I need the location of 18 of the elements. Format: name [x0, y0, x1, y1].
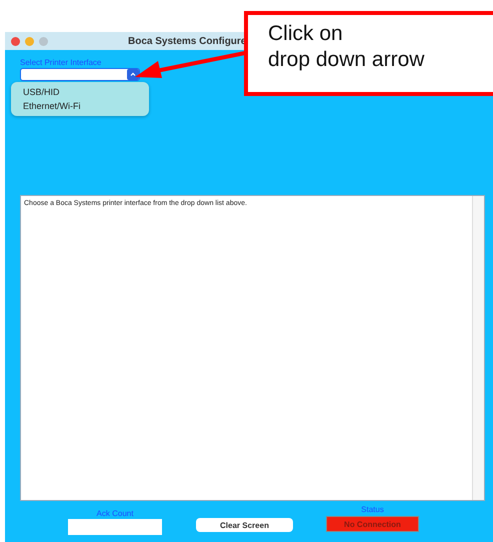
callout-text: Click on	[268, 21, 344, 47]
dropdown-arrow-button[interactable]	[127, 69, 139, 80]
chevron-icon	[130, 72, 136, 77]
menu-item[interactable]: USB/HID	[11, 85, 149, 99]
status-label: Status	[361, 505, 384, 514]
clear-screen-button[interactable]: Clear Screen	[196, 518, 293, 532]
interface-dropdown[interactable]	[20, 68, 140, 81]
window-title: Boca Systems Configure	[128, 36, 246, 46]
zoom-button[interactable]	[39, 36, 48, 46]
status-indicator: No Connection	[326, 516, 419, 532]
menu-item[interactable]: Ethernet/Wi-Fi	[11, 99, 149, 113]
minimize-button[interactable]	[25, 36, 34, 46]
ack-count-field[interactable]	[68, 519, 162, 535]
close-button[interactable]	[11, 36, 20, 46]
field-label: Select Printer Interface	[20, 58, 102, 67]
scrollbar[interactable]	[472, 196, 484, 500]
ack-count-label: Ack Count	[96, 509, 134, 518]
callout-text: drop down arrow	[268, 47, 426, 73]
